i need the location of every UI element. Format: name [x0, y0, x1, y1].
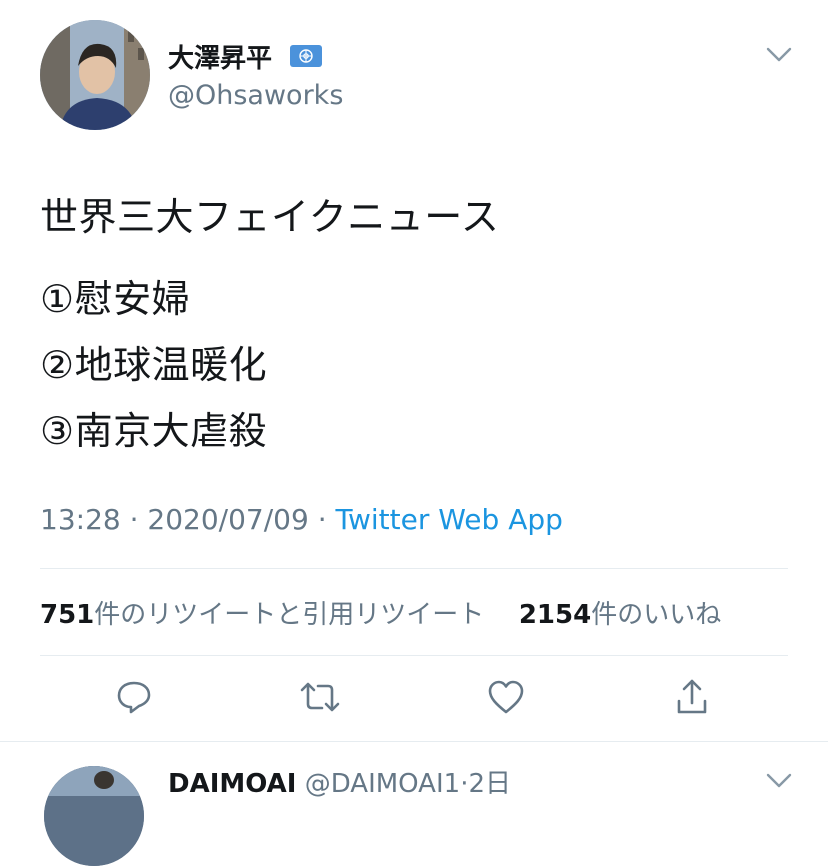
- tweet-source-link[interactable]: Twitter Web App: [336, 503, 563, 536]
- like-button[interactable]: [484, 677, 528, 721]
- retweet-icon: [298, 678, 342, 720]
- author-avatar[interactable]: [40, 20, 150, 130]
- tweet-separator: [0, 741, 828, 742]
- like-label: 件のいいね: [591, 600, 722, 630]
- meta-separator: ·: [120, 503, 148, 536]
- un-flag-icon: [290, 45, 322, 67]
- engagement-stats: 751件のリツイートと引用リツイート 2154件のいいね: [40, 594, 721, 631]
- tweet-time[interactable]: 13:28: [40, 503, 121, 536]
- meta-separator: ·: [308, 503, 336, 536]
- author-handle[interactable]: @Ohsaworks: [168, 80, 343, 111]
- retweet-button[interactable]: [298, 677, 342, 721]
- reply-button[interactable]: [112, 677, 156, 721]
- like-count: 2154: [518, 600, 592, 630]
- likes-stat[interactable]: 2154件のいいね: [519, 600, 721, 630]
- next-tweet-header: DAIMOAI @DAIMOAI1·2日: [168, 763, 511, 800]
- share-button[interactable]: [670, 677, 714, 721]
- next-tweet-author-name[interactable]: DAIMOAI: [168, 769, 296, 799]
- chevron-down-icon[interactable]: [764, 42, 794, 66]
- author-name[interactable]: 大澤昇平: [168, 38, 272, 75]
- next-tweet-author-handle[interactable]: @DAIMOAI1: [305, 769, 460, 799]
- retweet-count: 751: [40, 600, 95, 630]
- retweets-stat[interactable]: 751件のリツイートと引用リツイート: [40, 600, 484, 630]
- retweet-label: 件のリツイートと引用リツイート: [94, 600, 485, 630]
- tweet-text-item-3: ③南京大虐殺: [40, 409, 268, 453]
- divider: [40, 655, 788, 656]
- share-icon: [673, 677, 711, 721]
- next-tweet-avatar[interactable]: [44, 766, 144, 866]
- tweet-text-title: 世界三大フェイクニュース: [40, 195, 500, 239]
- tweet-date[interactable]: 2020/07/09: [147, 503, 308, 536]
- tweet-meta: 13:28 · 2020/07/09 · Twitter Web App: [40, 503, 563, 536]
- reply-icon: [115, 678, 153, 720]
- heart-icon: [486, 678, 526, 720]
- chevron-down-icon[interactable]: [764, 768, 794, 792]
- tweet-text-item-1: ①慰安婦: [40, 277, 191, 321]
- next-tweet-age: 2日: [468, 769, 511, 799]
- divider: [40, 568, 788, 569]
- tweet-text-item-2: ②地球温暖化: [40, 343, 268, 387]
